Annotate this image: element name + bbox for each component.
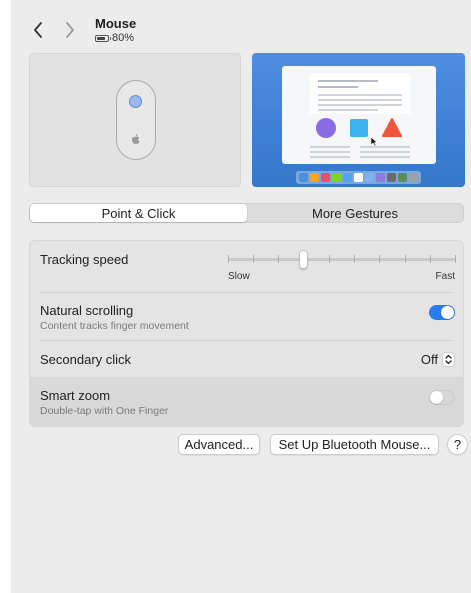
secondary-click-popup[interactable]: Off <box>421 350 455 368</box>
tracking-speed-row: Tracking speed Slow Fast <box>30 241 463 292</box>
slider-tick <box>430 255 431 263</box>
gesture-preview <box>252 53 465 187</box>
smart-zoom-row: Smart zoom Double-tap with One Finger <box>30 377 463 426</box>
natural-scrolling-label: Natural scrolling <box>40 303 134 318</box>
click-indicator-icon <box>129 95 142 108</box>
tab-point-and-click[interactable]: Point & Click <box>30 204 247 222</box>
slider-tick <box>354 255 355 263</box>
slider-knob[interactable] <box>299 250 308 269</box>
dock-app-icon <box>409 173 418 182</box>
chevron-right-icon <box>66 22 74 38</box>
triangle-shape <box>382 118 402 137</box>
apple-logo-icon <box>132 134 140 144</box>
battery-status: 80% <box>95 32 134 44</box>
slider-tick <box>405 255 406 263</box>
tracking-speed-slider[interactable] <box>228 250 456 269</box>
chevron-up-down-icon <box>442 351 455 367</box>
slider-tick <box>379 255 380 263</box>
secondary-click-row: Secondary click <box>30 341 463 377</box>
dock-image <box>296 171 421 184</box>
help-button[interactable]: ? <box>447 434 468 455</box>
natural-scrolling-description: Content tracks finger movement <box>40 320 189 332</box>
dock-app-icon <box>376 173 385 182</box>
slider-tick <box>455 255 456 263</box>
dock-app-icon <box>354 173 363 182</box>
smart-zoom-label: Smart zoom <box>40 388 111 403</box>
preview-window-image <box>282 66 436 164</box>
device-preview <box>29 53 241 187</box>
secondary-click-value: Off <box>420 351 438 367</box>
slider-tick <box>228 255 229 263</box>
battery-icon <box>95 34 111 42</box>
dock-app-icon <box>343 173 352 182</box>
dock-app-icon <box>365 173 374 182</box>
slider-max-label: Fast <box>435 271 455 282</box>
circle-shape <box>316 118 336 138</box>
magic-mouse-icon <box>116 80 156 160</box>
battery-percentage: 80% <box>112 32 135 44</box>
slider-tick <box>329 255 330 263</box>
tab-bar: Point & Click More Gestures <box>29 203 464 223</box>
dock-app-icon <box>310 173 319 182</box>
secondary-click-label: Secondary click <box>40 352 132 367</box>
square-shape <box>350 119 368 137</box>
smart-zoom-description: Double-tap with One Finger <box>40 405 169 417</box>
chevron-left-icon <box>34 22 42 38</box>
tracking-speed-label: Tracking speed <box>40 252 129 267</box>
dock-app-icon <box>299 173 308 182</box>
smart-zoom-toggle[interactable] <box>429 390 455 405</box>
tab-more-gestures[interactable]: More Gestures <box>247 204 463 222</box>
dock-app-icon <box>332 173 341 182</box>
dock-app-icon <box>321 173 330 182</box>
advanced-button[interactable]: Advanced... <box>178 434 260 455</box>
slider-tick <box>253 255 254 263</box>
natural-scrolling-toggle[interactable] <box>429 305 455 320</box>
settings-group: Tracking speed Slow Fast Natural scrolli… <box>29 240 464 427</box>
setup-bluetooth-mouse-button[interactable]: Set Up Bluetooth Mouse... <box>270 434 439 455</box>
forward-button[interactable] <box>61 19 79 41</box>
dock-app-icon <box>387 173 396 182</box>
settings-window: Mouse 80% Point & Click More Gestures Tr… <box>11 0 471 593</box>
natural-scrolling-row: Natural scrolling Content tracks finger … <box>30 293 463 340</box>
dock-app-icon <box>398 173 407 182</box>
slider-tick <box>278 255 279 263</box>
back-button[interactable] <box>29 19 47 41</box>
slider-min-label: Slow <box>228 271 250 282</box>
page-title: Mouse <box>95 16 137 31</box>
